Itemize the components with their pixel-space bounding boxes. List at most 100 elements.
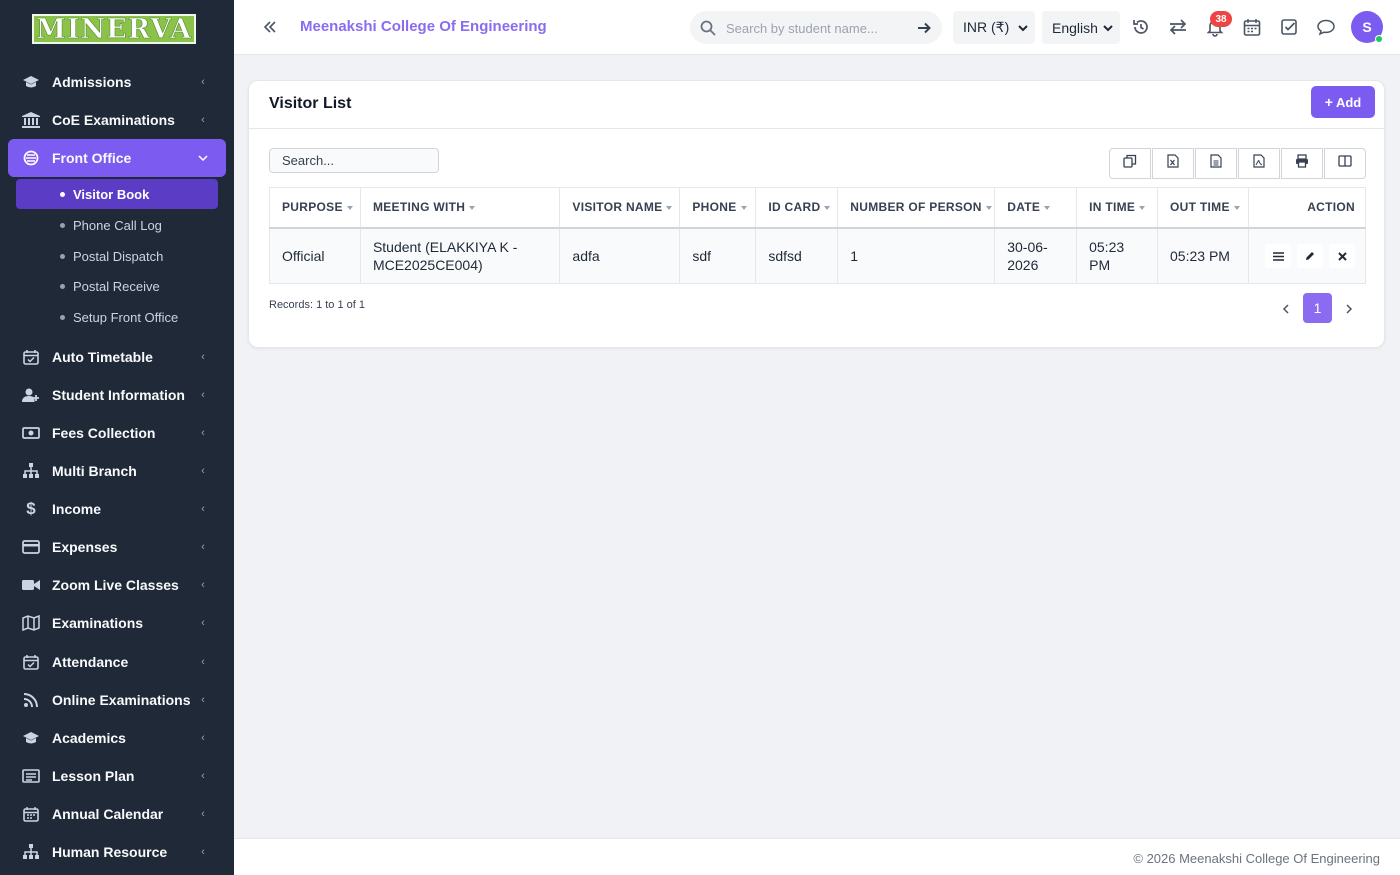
visitor-list-card: Visitor List + Add PURPOSE: [248, 80, 1385, 348]
sidebar-item-student-information[interactable]: Student Information ‹: [8, 376, 226, 414]
switch-icon[interactable]: [1168, 17, 1188, 37]
chevron-left-icon: ‹: [201, 617, 205, 629]
column-header-action: ACTION: [1247, 187, 1367, 229]
columns-icon: [1338, 154, 1352, 173]
columns-button[interactable]: [1324, 148, 1366, 179]
sitemap-icon: [22, 843, 40, 861]
cell-phone: sdf: [679, 227, 757, 284]
column-header-in-time[interactable]: IN TIME: [1076, 187, 1159, 229]
sidebar-subitem-phone-call-log[interactable]: Phone Call Log: [16, 210, 218, 240]
column-header-out-time[interactable]: OUT TIME: [1157, 187, 1249, 229]
rss-icon: [22, 691, 40, 709]
cell-out-time: 05:23 PM: [1157, 227, 1249, 284]
sidebar-item-multi-branch[interactable]: Multi Branch ‹: [8, 452, 226, 490]
plus-icon: +: [1324, 94, 1333, 110]
edit-button[interactable]: [1297, 243, 1323, 268]
task-check-icon[interactable]: [1279, 17, 1299, 37]
cell-meeting-with: Student (ELAKKIYA K - MCE2025CE004): [359, 227, 561, 284]
delete-button[interactable]: [1329, 243, 1355, 268]
table-search-input[interactable]: [269, 148, 439, 173]
view-button[interactable]: [1265, 243, 1291, 268]
column-header-id-card[interactable]: ID CARD: [755, 187, 839, 229]
sort-icon: [1044, 206, 1051, 211]
sidebar-subitem-postal-dispatch[interactable]: Postal Dispatch: [16, 241, 218, 271]
student-search-input[interactable]: [726, 18, 906, 38]
calendar-icon[interactable]: [1242, 17, 1262, 37]
sort-icon: [985, 206, 992, 211]
print-button[interactable]: [1281, 148, 1323, 179]
sidebar-subitem-setup-front-office[interactable]: Setup Front Office: [16, 302, 218, 332]
copyright-text: © 2026 Meenakshi College Of Engineering: [1133, 851, 1380, 866]
column-header-phone[interactable]: PHONE: [679, 187, 757, 229]
sidebar-item-front-office[interactable]: Front Office: [8, 139, 226, 177]
copy-button[interactable]: [1109, 148, 1151, 179]
pdf-button[interactable]: [1238, 148, 1280, 179]
pencil-icon: [1305, 247, 1315, 265]
minerva-logo[interactable]: MINERVA: [32, 13, 196, 45]
student-search-box: [690, 11, 942, 44]
sidebar-item-human-resource[interactable]: Human Resource ‹: [8, 833, 226, 871]
sort-icon: [666, 206, 673, 211]
sitemap-icon: [22, 462, 40, 480]
sidebar-item-zoom-live-classes[interactable]: Zoom Live Classes ‹: [8, 566, 226, 604]
language-select[interactable]: English: [1042, 11, 1120, 44]
csv-icon: [1210, 154, 1222, 173]
add-visitor-button[interactable]: + Add: [1311, 86, 1375, 118]
graduation-cap-icon: [22, 729, 40, 747]
menu-icon: [1272, 247, 1284, 265]
chevron-down-icon: [1017, 21, 1029, 33]
pdf-icon: [1253, 154, 1265, 173]
arrow-right-icon[interactable]: [916, 20, 932, 36]
chat-icon[interactable]: [1316, 17, 1336, 37]
sidebar-item-lesson-plan[interactable]: Lesson Plan ‹: [8, 757, 226, 795]
sort-icon: [469, 206, 476, 211]
cell-number-of-person: 1: [837, 227, 996, 284]
pagination-page-current[interactable]: 1: [1303, 293, 1332, 323]
column-header-number-of-person[interactable]: NUMBER OF PERSON: [837, 187, 996, 229]
chevron-left-icon: ‹: [201, 808, 205, 820]
sort-icon: [346, 206, 353, 211]
college-title[interactable]: Meenakshi College Of Engineering: [300, 18, 547, 35]
cell-action: [1247, 227, 1367, 284]
column-header-date[interactable]: DATE: [994, 187, 1078, 229]
cell-id-card: sdfsd: [755, 227, 839, 284]
csv-button[interactable]: [1195, 148, 1237, 179]
sidebar-subitem-visitor-book[interactable]: Visitor Book: [16, 179, 218, 209]
chevron-left-icon: ‹: [201, 465, 205, 477]
visitor-table: PURPOSE MEETING WITH VISITOR NAME PHONE …: [269, 187, 1367, 284]
chevron-down-icon: [198, 155, 208, 161]
chevron-left-icon: ‹: [201, 656, 205, 668]
chevron-left-icon: ‹: [201, 732, 205, 744]
sidebar-item-examinations[interactable]: Examinations ‹: [8, 604, 226, 642]
currency-select[interactable]: INR (₹): [953, 11, 1035, 44]
money-icon: [22, 424, 40, 442]
sidebar-item-auto-timetable[interactable]: Auto Timetable ‹: [8, 338, 226, 376]
front-office-icon: [22, 149, 40, 167]
card-title: Visitor List: [269, 95, 352, 112]
column-header-meeting-with[interactable]: MEETING WITH: [359, 187, 561, 229]
history-icon[interactable]: [1131, 17, 1151, 37]
sidebar-item-expenses[interactable]: Expenses ‹: [8, 528, 226, 566]
table-row: Official Student (ELAKKIYA K - MCE2025CE…: [269, 227, 1367, 284]
export-toolbar: [1109, 148, 1367, 180]
sidebar-item-coe-examinations[interactable]: CoE Examinations ‹: [8, 101, 226, 139]
column-header-purpose[interactable]: PURPOSE: [269, 187, 361, 229]
divider: [249, 128, 1384, 129]
sidebar-item-online-examinations[interactable]: Online Examinations ‹: [8, 681, 226, 719]
column-header-visitor-name[interactable]: VISITOR NAME: [559, 187, 681, 229]
sidebar-item-annual-calendar[interactable]: Annual Calendar ‹: [8, 795, 226, 833]
sidebar-subitem-postal-receive[interactable]: Postal Receive: [16, 271, 218, 301]
sidebar-item-admissions[interactable]: Admissions ‹: [8, 63, 226, 101]
excel-button[interactable]: [1152, 148, 1194, 179]
sidebar-item-attendance[interactable]: Attendance ‹: [8, 643, 226, 681]
pagination-prev-button[interactable]: [1277, 295, 1295, 323]
pagination-next-button[interactable]: [1340, 295, 1358, 323]
cell-in-time: 05:23 PM: [1076, 227, 1159, 284]
collapse-sidebar-icon[interactable]: [260, 17, 280, 37]
sidebar-item-fees-collection[interactable]: Fees Collection ‹: [8, 414, 226, 452]
calendar-check-icon: [22, 348, 40, 366]
chevron-left-icon: ‹: [201, 694, 205, 706]
sidebar-item-income[interactable]: $ Income ‹: [8, 490, 226, 528]
sidebar-item-academics[interactable]: Academics ‹: [8, 719, 226, 757]
chevron-left-icon: ‹: [201, 351, 205, 363]
